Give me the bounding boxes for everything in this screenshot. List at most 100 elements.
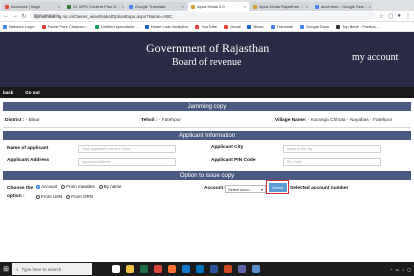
chrome-icon[interactable]: [154, 265, 162, 273]
select-button[interactable]: Select: [268, 182, 287, 192]
forward-arrow-icon[interactable]: →: [12, 13, 18, 19]
bookmark-icon: [300, 24, 305, 29]
applicant-pin-label: Applicant PIN Code: [211, 158, 256, 163]
tehsil-info: Tehsil : - Fatehpur: [141, 118, 181, 123]
option-radio[interactable]: Account: [36, 184, 57, 189]
location-row: District : - Bikar Tehsil : - Fatehpur V…: [3, 112, 411, 128]
site-header: Government of Rajasthan Board of revenue…: [0, 32, 414, 87]
reload-icon[interactable]: ↻: [21, 13, 27, 20]
close-icon[interactable]: ×: [369, 4, 371, 9]
system-tray: ^ ▭ ♪ ▢: [391, 267, 414, 272]
browser-tab[interactable]: Accounts | Sage ×: [2, 2, 63, 11]
close-icon[interactable]: ×: [122, 4, 124, 9]
option-radio[interactable]: From ORN: [66, 194, 93, 199]
menu-dots-icon[interactable]: ⋮: [405, 13, 411, 20]
url-field[interactable]: Not secure apnakhata.raj.nic.in/Owner_wi…: [30, 12, 376, 20]
browser-tab[interactable]: Apna Khata 3.0 ×: [188, 2, 249, 11]
option-label: By name: [103, 184, 122, 189]
edge-icon[interactable]: [182, 265, 190, 273]
bookmark-label: News: [253, 24, 264, 29]
taskbar-apps: [112, 265, 260, 273]
tab-favicon-icon: [5, 4, 9, 9]
chevron-up-icon[interactable]: ^: [391, 267, 393, 272]
bookmark-item[interactable]: Translate: [270, 24, 293, 29]
applicant-city-field[interactable]: name of the city: [283, 145, 381, 153]
applicant-address-field[interactable]: Applicant Address: [78, 158, 176, 166]
notepad-icon[interactable]: [252, 265, 260, 273]
back-link[interactable]: back: [3, 90, 13, 95]
bookmark-item[interactable]: Home Loan Analytics: [144, 24, 189, 29]
applicant-name-label: Name of applicant: [7, 146, 49, 151]
government-title: Government of Rajasthan: [146, 41, 270, 55]
radio-circle-icon: [66, 194, 71, 199]
bookmark-item[interactable]: News: [247, 24, 264, 29]
option-radios-row2: From USN From ORN: [36, 194, 93, 199]
back-arrow-icon[interactable]: ←: [3, 13, 9, 19]
account-number-select[interactable]: Select acco... ▾: [225, 185, 266, 193]
browser-tab[interactable]: Apna Khata Rajasthan ... ×: [250, 2, 311, 11]
applicant-name-field[interactable]: Type applicant's name in Hindi: [78, 145, 176, 153]
close-icon[interactable]: ×: [306, 4, 308, 9]
bookmark-item[interactable]: Network Login: [3, 24, 35, 29]
applicant-pin-field[interactable]: Pin Code: [283, 158, 381, 166]
file-explorer-icon[interactable]: [126, 265, 134, 273]
option-radio[interactable]: From measles: [61, 184, 95, 189]
option-radio[interactable]: From USN: [36, 194, 62, 199]
tab-title: Google Translate: [135, 4, 166, 9]
radio-circle-icon: [98, 184, 103, 189]
close-icon[interactable]: ×: [182, 4, 184, 9]
my-account-title: my account: [352, 52, 399, 63]
notification-icon[interactable]: ▢: [407, 267, 411, 272]
bookmark-icon: [144, 24, 149, 29]
bookmark-label: Home Loan Analytics: [150, 24, 189, 29]
bookmark-item[interactable]: Google Docs: [300, 24, 329, 29]
firefox-icon[interactable]: [168, 265, 176, 273]
excel-icon[interactable]: [140, 265, 148, 273]
district-info: District : - Bikar: [5, 118, 40, 123]
bookmark-item[interactable]: Untitled spreadshe...: [95, 24, 138, 29]
bookmark-item[interactable]: Facial Pore Cleanser...: [41, 24, 88, 29]
profile-icon[interactable]: ●: [397, 13, 401, 20]
option-label: Account: [41, 184, 58, 189]
address-bar: ← → ↻ Not secure apnakhata.raj.nic.in/Ow…: [0, 11, 414, 22]
outlook-icon[interactable]: [196, 265, 204, 273]
bookmark-icon: [195, 24, 200, 29]
tab-title: Apna Khata 3.0: [197, 4, 225, 9]
volume-icon[interactable]: ♪: [402, 267, 404, 272]
network-icon[interactable]: ▭: [395, 267, 399, 272]
search-icon: ⌕: [16, 266, 19, 272]
browser-tab[interactable]: accenture - Google Sea... ×: [312, 2, 373, 11]
district-label: District :: [5, 118, 26, 123]
tehsil-value: - Fatehpur: [158, 118, 181, 123]
choose-option-label-2: option :: [7, 194, 25, 199]
windows-start-icon[interactable]: ⊞: [0, 262, 12, 276]
close-icon[interactable]: ×: [58, 4, 60, 9]
applicant-form: Name of applicant Type applicant's name …: [3, 141, 411, 171]
district-value: - Bikar: [25, 118, 40, 123]
menu-bar: back Go out: [0, 87, 414, 98]
option-label: From measles: [66, 184, 95, 189]
bookmark-item[interactable]: YouTube: [195, 24, 217, 29]
applicant-heading: Applicant Information: [3, 131, 411, 140]
taskbar-search[interactable]: ⌕ Type here to search: [12, 263, 92, 275]
extensions-icon[interactable]: ⬡: [388, 13, 393, 20]
tab-title: Apna Khata Rajasthan ...: [259, 4, 304, 9]
bookmark-item[interactable]: Top Bank - Publica...: [336, 24, 379, 29]
option-radio[interactable]: By name: [98, 184, 122, 189]
tab-favicon-icon: [129, 4, 133, 9]
task-view-icon[interactable]: [112, 265, 120, 273]
village-value: - Karanga Chhota - Nayabas - Fatehpur: [307, 118, 393, 123]
browser-tab[interactable]: XL WPX Content Plan D... ×: [64, 2, 125, 11]
selected-account-label: Selected account number: [290, 186, 349, 191]
bookmark-item[interactable]: Gmail: [224, 24, 240, 29]
logout-link[interactable]: Go out: [25, 90, 40, 95]
browser-tab[interactable]: Google Translate ×: [126, 2, 187, 11]
powerpoint-icon[interactable]: [224, 265, 232, 273]
tab-favicon-icon: [191, 4, 195, 9]
star-icon[interactable]: ☆: [379, 13, 384, 20]
bookmark-icon: [270, 24, 275, 29]
issue-options: Choose the option : Account From measles B…: [3, 181, 411, 205]
close-icon[interactable]: ×: [244, 4, 246, 9]
word-icon[interactable]: [210, 265, 218, 273]
teams-icon[interactable]: [238, 265, 246, 273]
